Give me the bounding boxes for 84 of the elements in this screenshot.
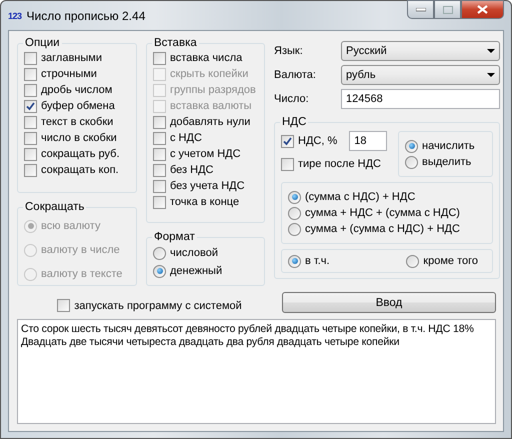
checkbox[interactable] [153,148,166,160]
field-label: Язык: [274,45,304,57]
maximize-button[interactable] [434,0,461,19]
radio-button[interactable] [153,246,166,260]
checkbox-label: сокращать коп. [41,164,119,176]
field-label: Валюта: [274,69,317,81]
checkbox[interactable] [153,196,166,208]
checkbox[interactable] [24,164,37,176]
checkbox-label: вставка числа [170,52,242,64]
checkbox-label: заглавными [41,52,102,64]
input-field[interactable]: 18 [349,131,388,151]
radio-label: всю валюту [41,220,100,232]
minimize-button[interactable] [407,0,434,19]
radio-button[interactable] [288,190,301,204]
radio-label: выделить [422,156,472,168]
radio-label: валюту в числе [41,244,120,256]
group-title: Сокращать [24,201,86,213]
checkbox[interactable] [24,68,37,80]
checkbox[interactable] [24,52,37,64]
checkbox-label: вставка валюты [170,100,252,112]
checkbox[interactable] [281,134,294,148]
checkbox-label: с НДС [170,132,202,144]
radio-label: сумма + (сумма с НДС) + НДС [305,223,460,235]
checkbox[interactable] [57,299,70,312]
radio-label: валюту в тексте [41,268,122,280]
checkbox[interactable] [24,116,37,128]
group-title: Формат [153,231,196,243]
radio-button[interactable] [288,206,301,220]
radio-button[interactable] [153,264,166,278]
checkbox-label: число в скобки [41,132,117,144]
radio-label: числовой [170,247,218,259]
checkbox[interactable] [24,84,37,96]
checkbox-label: добавлять нули [170,116,250,128]
dropdown[interactable]: Русский [341,41,500,61]
checkbox[interactable] [24,148,37,160]
group-title: Опции [24,37,61,49]
checkbox-label: тире после НДС [298,158,381,170]
checkbox[interactable] [153,52,166,64]
checkbox-label: без НДС [170,164,214,176]
checkbox[interactable] [153,180,166,192]
app-icon: 123 [8,10,22,20]
checkbox-label: без учета НДС [170,180,245,192]
output-text: Сто сорок шесть тысяч девятьсот девяносто рублей двадцать четыре копейки, в т.ч. НДС 18% Двадцать две тысячи четыреста двадцать два рубля двадцать четыре копейки [17,319,496,424]
checkbox-label: текст в скобки [41,116,114,128]
checkbox-label: запускать программу с системой [74,300,242,312]
minimize-icon [416,8,426,12]
checkbox[interactable] [24,100,37,112]
checkbox-label: сокращать руб. [41,148,120,160]
checkbox-label: скрыть копейки [170,68,248,80]
input-field[interactable]: 124568 [341,89,500,109]
checkbox-label: с учетом НДС [170,148,241,160]
enter-button[interactable]: Ввод [282,292,496,313]
checkbox-label: строчными [41,68,97,80]
radio-label: в т.ч. [305,255,330,267]
dropdown-arrow-icon [487,49,495,53]
checkbox-label: дробь числом [41,84,112,96]
radio-label: (сумма с НДС) + НДС [305,191,416,203]
radio-button[interactable] [405,156,418,168]
group-title: НДС [281,116,308,128]
checkbox-label: НДС, % [298,135,338,147]
radio-button[interactable] [288,254,301,268]
dropdown-arrow-icon [487,73,495,77]
radio-label: сумма + НДС + (сумма с НДС) [305,207,460,219]
checkbox-label: группы разрядов [170,84,256,96]
radio-button[interactable] [405,140,418,152]
checkbox[interactable] [153,164,166,176]
group-title: Вставка [153,37,198,49]
window-title: Число прописью 2.44 [26,8,146,22]
checkbox[interactable] [153,116,166,128]
close-icon [477,5,488,14]
radio-label: кроме того [423,255,478,267]
radio-label: начислить [422,140,475,152]
radio-button[interactable] [406,254,420,268]
dropdown[interactable]: рубль [341,65,500,85]
checkbox[interactable] [24,132,37,144]
field-label: Число: [274,93,310,105]
close-button[interactable] [461,0,504,19]
checkbox[interactable] [153,132,166,144]
checkbox[interactable] [281,158,294,170]
radio-label: денежный [170,265,222,277]
checkbox-label: буфер обмена [41,100,115,112]
radio-button[interactable] [288,222,301,236]
checkbox-label: точка в конце [170,196,240,208]
maximize-icon [442,6,452,14]
